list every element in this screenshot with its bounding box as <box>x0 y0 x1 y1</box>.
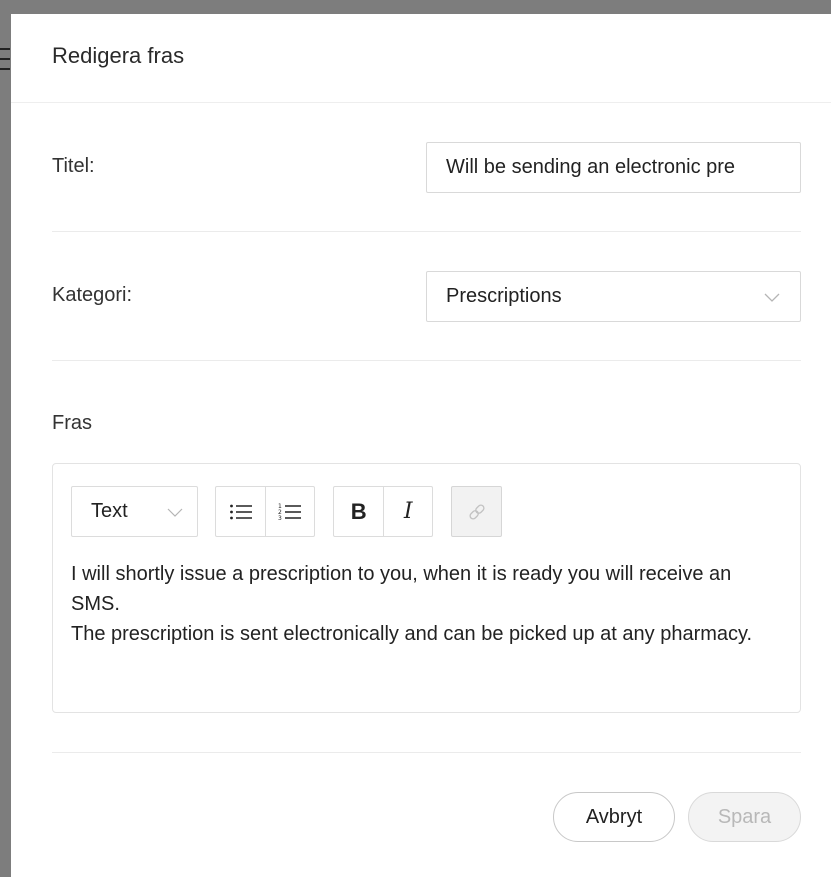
content-paragraph: The prescription is sent electronically … <box>71 623 753 645</box>
title-input[interactable] <box>426 142 801 193</box>
numbered-list-button[interactable]: 1 2 3 <box>265 487 314 536</box>
divider <box>52 360 801 361</box>
backdrop-edge-mark <box>0 58 10 60</box>
rich-text-editor: Text 1 2 3 B I I will shortly issue a pr… <box>52 463 801 713</box>
numbered-list-icon: 1 2 3 <box>278 503 302 522</box>
title-row: Titel: <box>52 142 801 193</box>
dialog-header: Redigera fras <box>11 14 831 103</box>
dialog-title: Redigera fras <box>52 43 185 68</box>
backdrop-edge-mark <box>0 68 10 70</box>
bulleted-list-button[interactable] <box>216 487 265 536</box>
text-style-select[interactable]: Text <box>72 487 197 536</box>
format-group: B I <box>333 486 433 537</box>
link-icon <box>468 503 485 520</box>
category-row: Kategori: Prescriptions <box>52 271 801 322</box>
text-style-group: Text <box>71 486 198 537</box>
link-group <box>451 486 502 537</box>
category-label: Kategori: <box>52 284 133 306</box>
bulleted-list-icon <box>229 504 252 519</box>
divider <box>52 231 801 232</box>
phrase-label: Fras <box>52 412 92 434</box>
cancel-button[interactable]: Avbryt <box>553 792 675 842</box>
editor-content[interactable]: I will shortly issue a prescription to y… <box>71 559 771 649</box>
link-button[interactable] <box>452 487 501 536</box>
chevron-down-icon <box>764 293 780 302</box>
divider <box>52 752 801 753</box>
bold-button[interactable]: B <box>334 487 383 536</box>
italic-button[interactable]: I <box>383 487 432 536</box>
title-label: Titel: <box>52 155 95 177</box>
edit-phrase-dialog: Redigera fras Titel: Kategori: Prescript… <box>11 14 831 877</box>
category-select-value: Prescriptions <box>446 285 562 307</box>
list-group: 1 2 3 <box>215 486 315 537</box>
svg-text:3: 3 <box>278 515 282 522</box>
content-paragraph: I will shortly issue a prescription to y… <box>71 563 732 615</box>
text-style-value: Text <box>91 500 128 522</box>
chevron-down-icon <box>167 508 183 517</box>
save-button[interactable]: Spara <box>688 792 801 842</box>
backdrop-edge-mark <box>0 48 10 50</box>
category-select[interactable]: Prescriptions <box>426 271 801 322</box>
